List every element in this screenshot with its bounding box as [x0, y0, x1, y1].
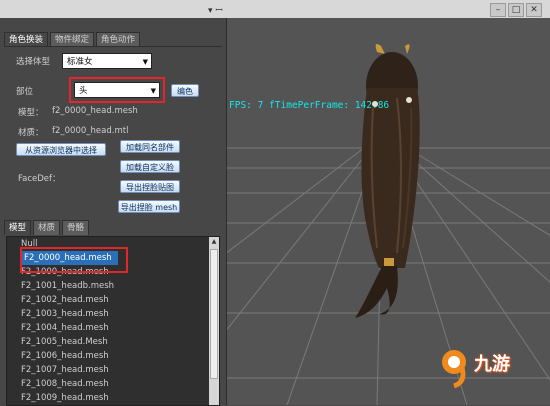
tab-object-bind[interactable]: 物件绑定: [50, 32, 95, 47]
list-item[interactable]: F2_1001_headb.mesh: [21, 279, 114, 293]
list-item[interactable]: F2_1008_head.mesh: [21, 377, 109, 391]
chevron-down-icon: ▼: [142, 58, 148, 66]
list-item[interactable]: F2_1006_head.mesh: [21, 349, 109, 363]
scroll-up-icon[interactable]: ▲: [209, 237, 219, 247]
list-item[interactable]: F2_1005_head.Mesh: [21, 335, 108, 349]
list-item[interactable]: F2_1003_head.mesh: [21, 307, 109, 321]
body-type-label: 选择体型: [16, 57, 51, 67]
list-item[interactable]: F2_1009_head.mesh: [21, 391, 109, 405]
model-value: f2_0000_head.mesh: [52, 106, 138, 116]
main-tabs: 角色换装 物件绑定 角色动作: [4, 32, 141, 47]
scroll-thumb[interactable]: [210, 249, 218, 379]
facedef-label: FaceDef：: [18, 174, 61, 184]
list-item[interactable]: F2_1007_head.mesh: [21, 363, 109, 377]
list-item[interactable]: F2_1004_head.mesh: [21, 321, 109, 335]
tab-material[interactable]: 材质: [33, 220, 61, 235]
edit-color-button[interactable]: 编色: [171, 84, 199, 97]
tab-skeleton[interactable]: 骨骼: [62, 220, 90, 235]
tab-divider: [4, 46, 222, 47]
material-value: f2_0000_head.mtl: [52, 126, 129, 136]
watermark-text: 九游: [474, 354, 510, 375]
sub-tabs: 模型 材质 骨骼: [4, 220, 90, 235]
export-face-mesh-button[interactable]: 导出捏脸 mesh: [118, 200, 180, 213]
tab-character-action[interactable]: 角色动作: [96, 32, 141, 47]
close-button[interactable]: ✕: [526, 3, 542, 17]
list-scrollbar[interactable]: ▲: [209, 237, 219, 405]
tab-model[interactable]: 模型: [4, 220, 32, 235]
part-label: 部位: [16, 87, 34, 97]
minimize-button[interactable]: –: [490, 3, 506, 17]
maximize-button[interactable]: □: [508, 3, 524, 17]
character-panel: 角色换装 物件绑定 角色动作 选择体型 标准女 ▼ 部位 头 ▼ 编色 模型： f2…: [0, 18, 227, 406]
body-type-select[interactable]: 标准女 ▼: [62, 53, 152, 69]
material-label: 材质：: [18, 128, 44, 138]
selected-mesh-highlight-box: [20, 247, 128, 273]
title-bar: ▾ ꟷ – □ ✕: [0, 0, 550, 19]
tab-dress-up[interactable]: 角色换装: [4, 32, 49, 47]
hair-model: [355, 44, 420, 318]
browse-resource-button[interactable]: 从资源浏览器中选择: [16, 143, 106, 156]
load-same-name-button[interactable]: 加载同名部件: [120, 140, 180, 153]
part-highlight-box: [69, 77, 165, 103]
model-label: 模型：: [18, 108, 44, 118]
fps-readout: FPS: 7 fTimePerFrame: 142.86: [229, 100, 390, 111]
load-custom-face-button[interactable]: 加载自定义脸: [120, 160, 180, 173]
list-item[interactable]: F2_1002_head.mesh: [21, 293, 109, 307]
export-face-map-button[interactable]: 导出捏脸贴图: [120, 180, 180, 193]
pin-icon[interactable]: ▾ ꟷ: [208, 3, 223, 16]
